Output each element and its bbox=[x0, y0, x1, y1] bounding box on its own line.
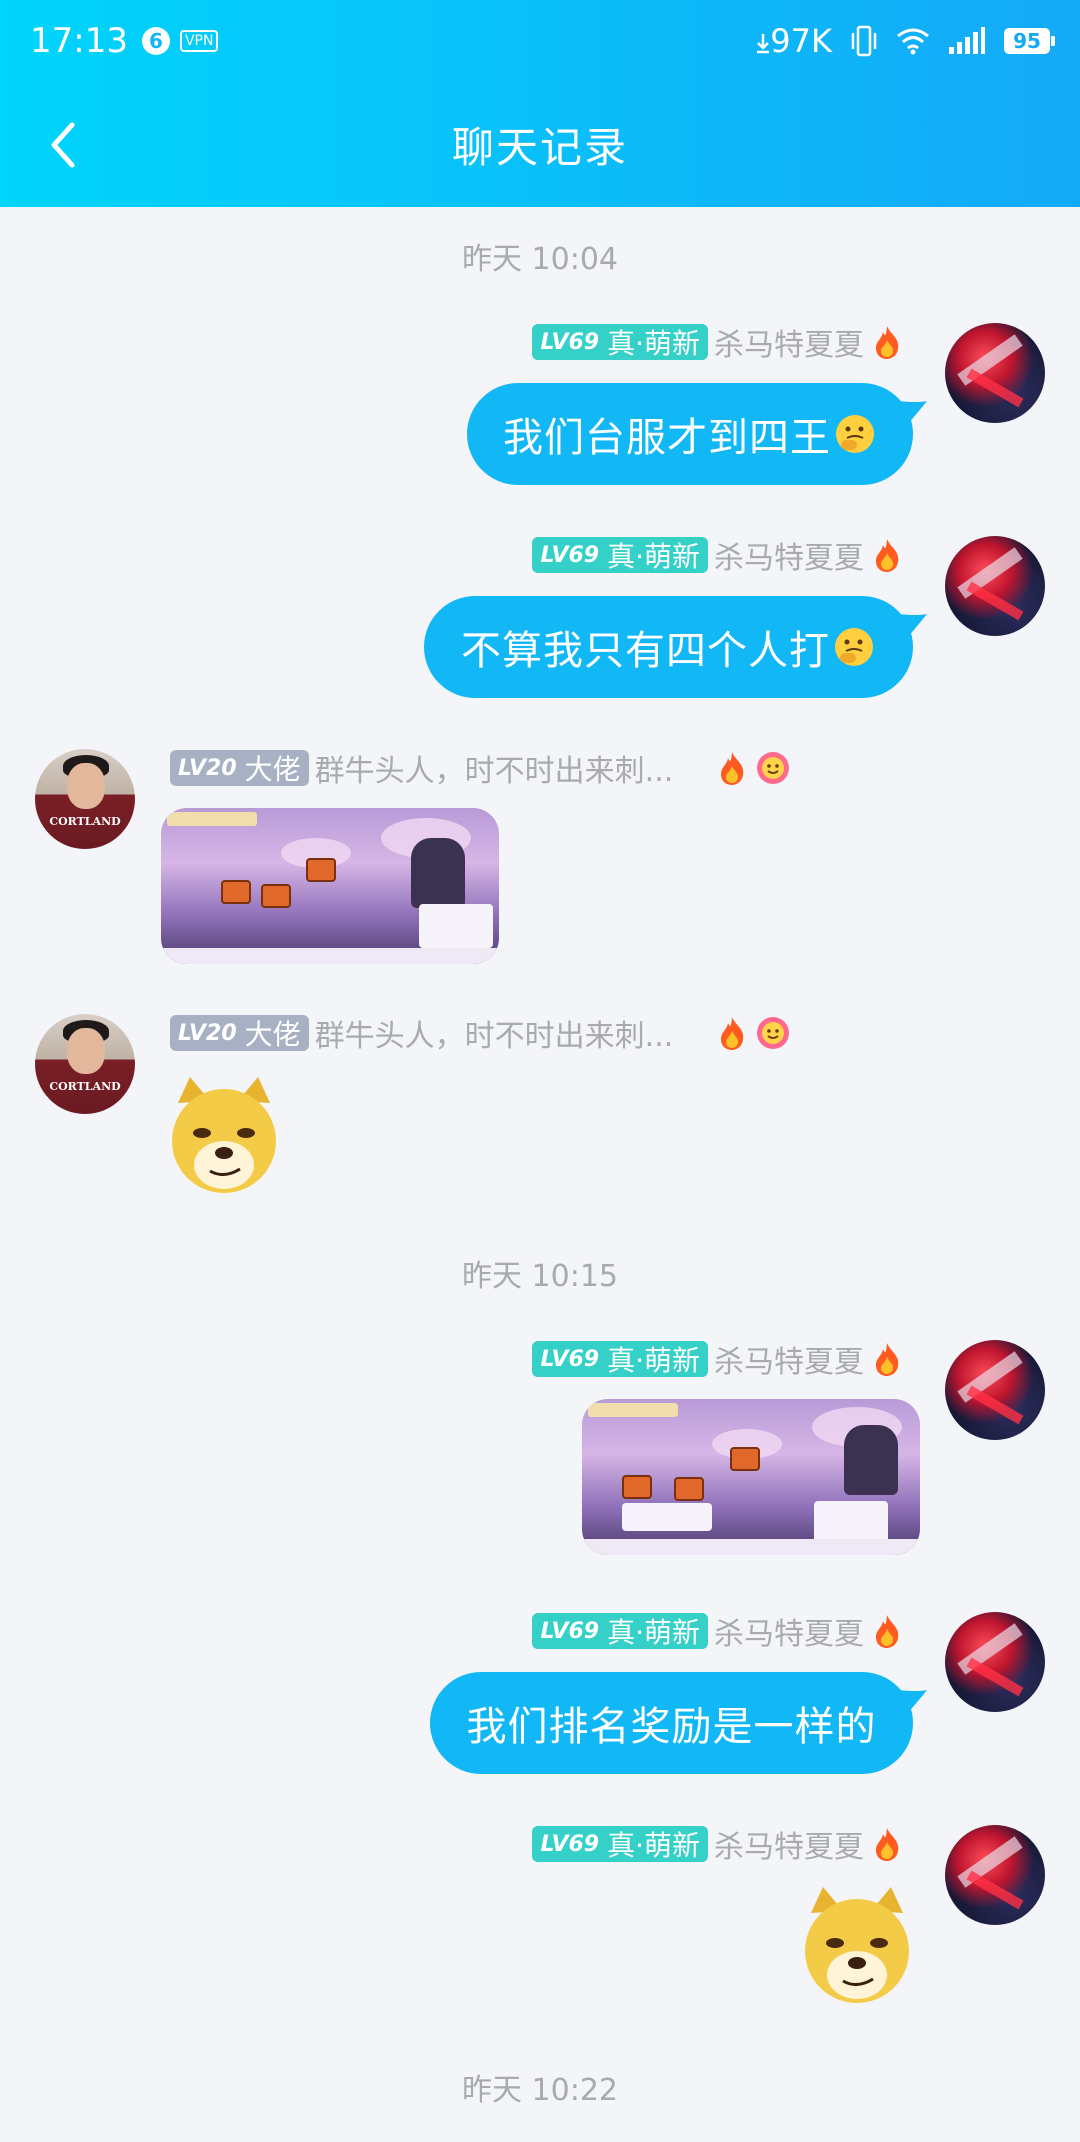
boss-tower bbox=[411, 838, 465, 908]
sender-name[interactable]: 群牛头人，时不时出来刺... bbox=[315, 1011, 674, 1055]
fire-icon bbox=[721, 752, 744, 785]
chat-timestamp: 昨天 10:04 bbox=[462, 242, 618, 277]
chat-timestamp: 昨天 10:22 bbox=[462, 2073, 618, 2108]
fire-icon bbox=[876, 539, 899, 572]
game-title-bar bbox=[588, 1403, 678, 1417]
level-badge: LV69 真·萌新 bbox=[532, 1826, 708, 1862]
doge-sticker-icon[interactable] bbox=[164, 1073, 284, 1198]
unit-bar bbox=[161, 948, 499, 964]
sender-meta: LV69 真·萌新 杀马特夏夏 bbox=[532, 1822, 904, 1866]
message-text: 我们排名奖励是一样的 bbox=[466, 1704, 877, 1750]
battery-icon: 95 bbox=[1004, 28, 1055, 54]
thinking-emoji-icon bbox=[835, 628, 873, 666]
sender-name[interactable]: 杀马特夏夏 bbox=[714, 320, 864, 364]
signal-icon bbox=[949, 27, 985, 54]
message-bubble[interactable]: 我们台服才到四王 bbox=[467, 383, 927, 485]
sender-name[interactable]: 群牛头人，时不时出来刺... bbox=[315, 746, 674, 790]
bubble-tail bbox=[899, 1690, 927, 1714]
bubble-tail bbox=[899, 614, 927, 638]
message-text: 我们台服才到四王 bbox=[503, 415, 831, 461]
fire-icon bbox=[876, 1828, 899, 1861]
app-header: 17:13 6 VPN 97K 95 聊天记录 bbox=[0, 0, 1080, 207]
wifi-icon bbox=[897, 28, 929, 55]
status-bar: 17:13 6 VPN 97K 95 bbox=[0, 0, 1080, 82]
page-title: 聊天记录 bbox=[451, 123, 628, 172]
my-avatar[interactable] bbox=[945, 1825, 1045, 1925]
vibrate-icon bbox=[851, 25, 877, 57]
fire-icon bbox=[876, 1343, 899, 1376]
network-speed: 97K bbox=[756, 22, 832, 60]
sender-name[interactable]: 杀马特夏夏 bbox=[714, 1822, 864, 1866]
contact-avatar[interactable]: CORTLAND bbox=[35, 749, 135, 849]
fire-icon bbox=[876, 1615, 899, 1648]
game-screenshot-image[interactable] bbox=[582, 1399, 920, 1555]
vpn-icon: VPN bbox=[179, 30, 219, 52]
notification-count-icon: 6 bbox=[141, 27, 170, 55]
level-badge: LV20 大佬 bbox=[170, 750, 309, 786]
chat-timestamp: 昨天 10:15 bbox=[462, 1259, 618, 1294]
sender-name[interactable]: 杀马特夏夏 bbox=[714, 1337, 864, 1381]
fire-icon bbox=[876, 326, 899, 359]
message-text: 不算我只有四个人打 bbox=[461, 628, 830, 674]
download-arrow-icon bbox=[757, 34, 770, 54]
sender-meta: LV69 真·萌新 杀马特夏夏 bbox=[532, 533, 904, 577]
chest-icon bbox=[306, 858, 336, 882]
unit-bar bbox=[582, 1539, 920, 1555]
sender-meta: LV20 大佬 群牛头人，时不时出来刺... bbox=[170, 746, 791, 790]
thinking-emoji-icon bbox=[836, 415, 874, 453]
chest-icon bbox=[622, 1475, 652, 1499]
level-badge: LV20 大佬 bbox=[170, 1015, 309, 1051]
sender-name[interactable]: 杀马特夏夏 bbox=[714, 1609, 864, 1653]
network-speed-value: 97K bbox=[770, 22, 832, 60]
bubble-tail bbox=[899, 401, 927, 425]
game-screenshot-image[interactable] bbox=[161, 808, 499, 964]
chest-icon bbox=[730, 1447, 760, 1471]
chest-icon bbox=[221, 880, 251, 904]
sender-meta: LV69 真·萌新 杀马特夏夏 bbox=[532, 1609, 904, 1653]
avatar-face bbox=[67, 763, 105, 809]
sender-meta: LV20 大佬 群牛头人，时不时出来刺... bbox=[170, 1011, 791, 1055]
level-badge: LV69 真·萌新 bbox=[532, 1341, 708, 1377]
my-avatar[interactable] bbox=[945, 1340, 1045, 1440]
my-avatar[interactable] bbox=[945, 536, 1045, 636]
level-badge: LV69 真·萌新 bbox=[532, 537, 708, 573]
boss-tower bbox=[844, 1425, 898, 1495]
chest-icon bbox=[261, 884, 291, 908]
smile-flower-icon bbox=[757, 752, 790, 784]
status-right: 97K 95 bbox=[756, 22, 1055, 60]
level-badge: LV69 真·萌新 bbox=[532, 324, 708, 360]
message-bubble[interactable]: 我们排名奖励是一样的 bbox=[430, 1672, 927, 1774]
level-badge: LV69 真·萌新 bbox=[532, 1613, 708, 1649]
my-avatar[interactable] bbox=[945, 323, 1045, 423]
sender-meta: LV69 真·萌新 杀马特夏夏 bbox=[532, 1337, 904, 1381]
sender-name[interactable]: 杀马特夏夏 bbox=[714, 533, 864, 577]
smile-flower-icon bbox=[757, 1017, 790, 1049]
my-avatar[interactable] bbox=[945, 1612, 1045, 1712]
avatar-face bbox=[67, 1028, 105, 1074]
chest-icon bbox=[674, 1477, 704, 1501]
fire-icon bbox=[721, 1017, 744, 1050]
avatar-shirt-text: CORTLAND bbox=[49, 815, 121, 828]
message-bubble[interactable]: 不算我只有四个人打 bbox=[424, 596, 927, 698]
nav-bar: 聊天记录 bbox=[0, 82, 1080, 207]
contact-avatar[interactable]: CORTLAND bbox=[35, 1014, 135, 1114]
game-title-bar bbox=[167, 812, 257, 826]
info-panel bbox=[622, 1503, 712, 1531]
info-panel bbox=[419, 904, 493, 948]
sender-meta: LV69 真·萌新 杀马特夏夏 bbox=[532, 320, 904, 364]
status-time: 17:13 bbox=[30, 21, 128, 61]
doge-sticker-icon[interactable] bbox=[797, 1883, 917, 2008]
back-arrow-icon[interactable] bbox=[44, 120, 94, 170]
avatar-shirt-text: CORTLAND bbox=[49, 1080, 121, 1093]
